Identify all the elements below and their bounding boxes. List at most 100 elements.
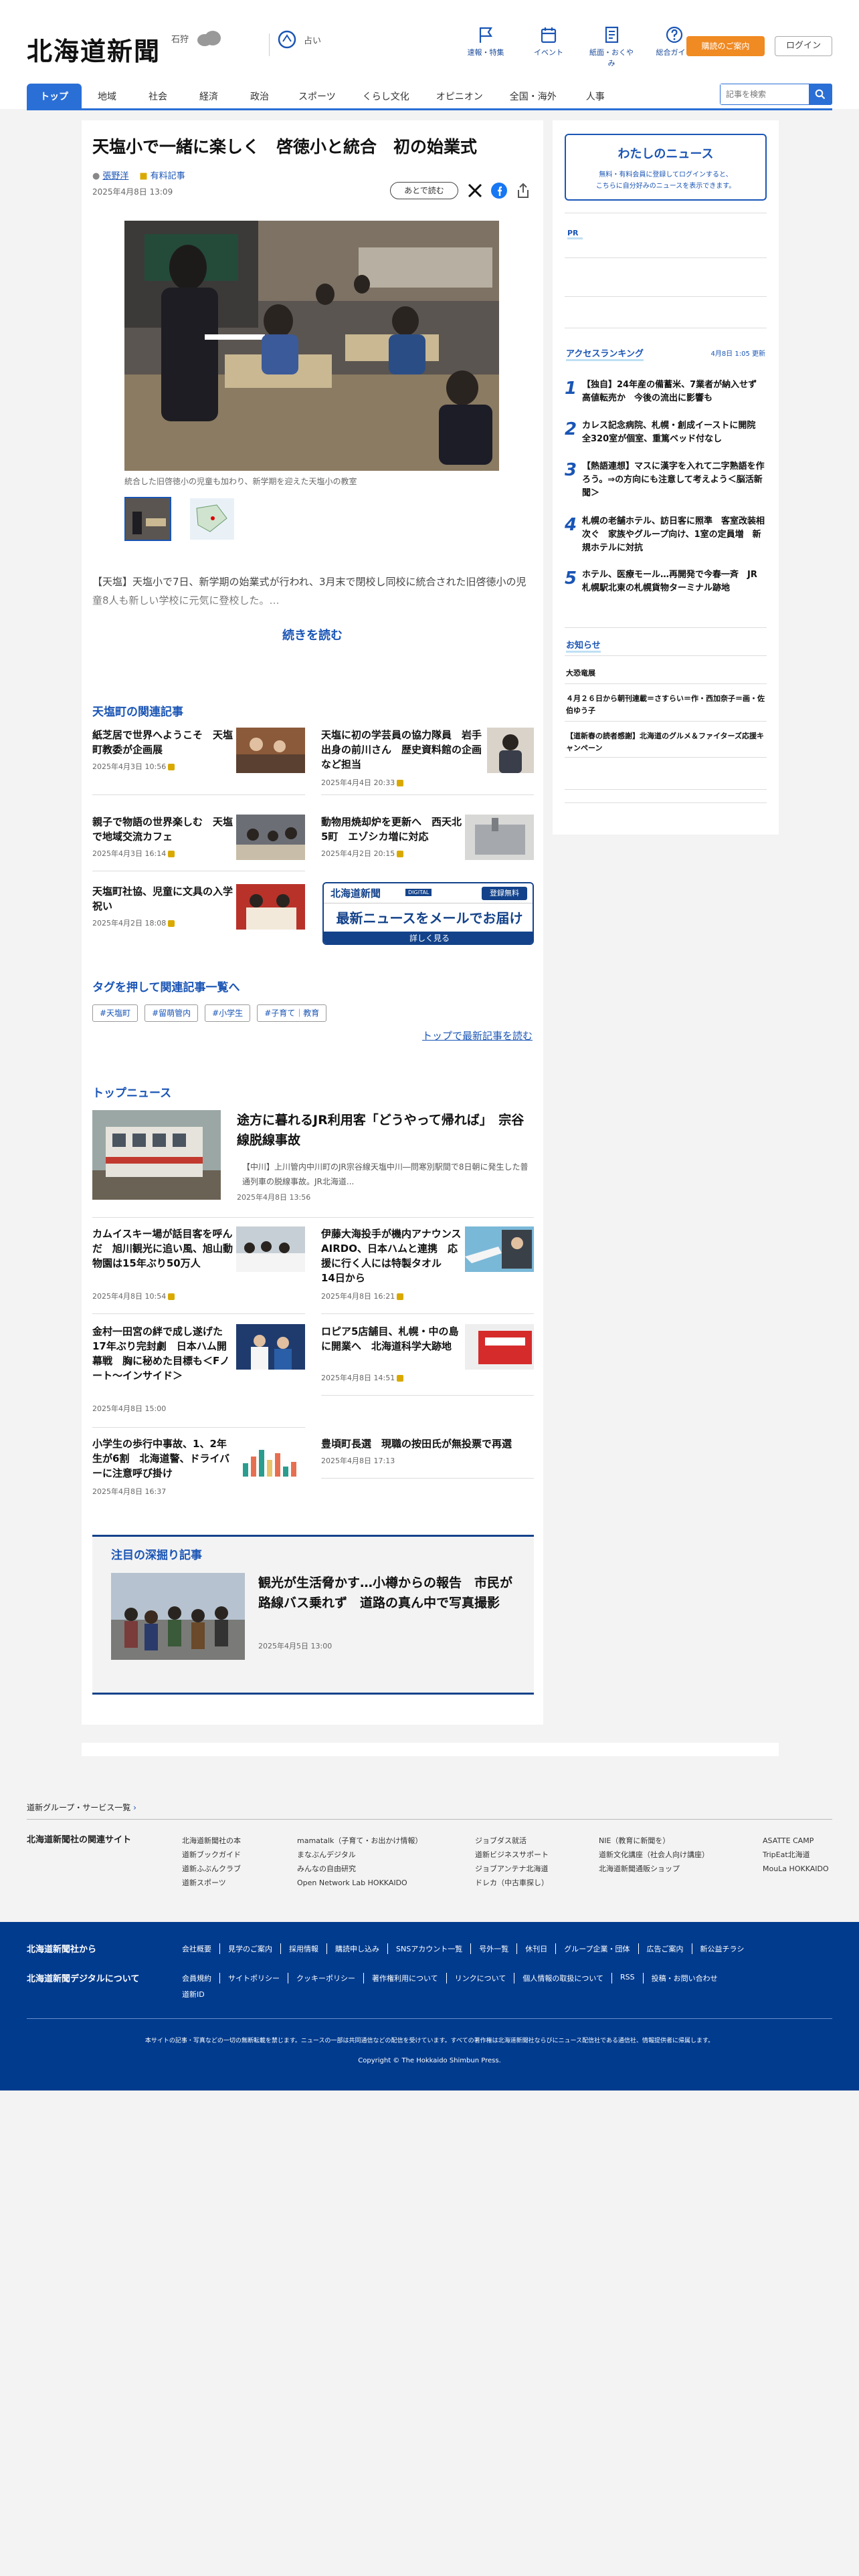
shortcut-events[interactable]: イベント [524,25,573,68]
topnews-article[interactable]: カムイスキー場が話目客を呼んだ 旭川観光に追い風、旭山動物園は15年ぶり50万人… [92,1226,305,1301]
group-services-link[interactable]: 道新グループ・サービス一覧 › [27,1802,136,1813]
search-input[interactable] [721,84,809,104]
tag[interactable]: #留萌管内 [145,1004,199,1022]
footer-link[interactable]: Open Network Lab HOKKAIDO [297,1876,422,1890]
footer-link[interactable]: 道新ID [182,1989,205,2000]
related-article[interactable]: 親子で物語の世界楽しむ 天塩で地域交流カフェ 2025年4月3日 16:14 [92,815,305,868]
tag[interactable]: #小学生 [205,1004,251,1022]
my-news-box[interactable]: わたしのニュース 無料・有料会員に登録してログインすると、 こちらに自分好みのニ… [565,134,767,201]
tag[interactable]: #子育て｜教育 [257,1004,327,1022]
notice-item[interactable]: ４月２６日から朝刊連載＝さすらい＝作・西加奈子＝画・佐伯ゆう子 [566,693,767,717]
footer-link[interactable]: クッキーポリシー [288,1973,364,1983]
login-button[interactable]: ログイン [775,36,832,56]
footer-link[interactable]: NIE（教育に新聞を） [599,1834,709,1848]
search-button[interactable] [809,84,832,104]
topnews-article[interactable]: 小学生の歩行中事故、1、2年生が6割 北海道警、ドライバーに注意呼び掛け 202… [92,1436,305,1510]
banner-cta[interactable]: 詳しく見る [324,932,533,944]
footer-link[interactable]: 道新文化講座（社会人向け講座） [599,1848,709,1862]
shortcut-paper[interactable]: 紙面・おくやみ [587,25,636,68]
footer-link[interactable]: 北海道新聞通販ショップ [599,1862,709,1876]
footer-link[interactable]: 会員規約 [182,1973,220,1983]
tab-national[interactable]: 全国・海外 [496,84,570,109]
subscribe-button[interactable]: 購読のご案内 [686,36,765,56]
deep-dive-section: 注目の深掘り記事 観光が生活脅かす…小樽からの報告 市民が路線バス乗れず 道路の… [92,1535,534,1695]
footer-link[interactable]: まなぶんデジタル [297,1848,422,1862]
footer-link[interactable]: リンクについて [447,1973,515,1983]
topnews-article[interactable]: 金村一田宮の絆で成し遂げた17年ぶり完封劇 日本ハム開幕戦 胸に秘めた目標も＜F… [92,1324,305,1418]
tab-sports[interactable]: スポーツ [285,84,349,109]
topnews-feature[interactable]: 途方に暮れるJR利用客「どうやって帰れば」 宗谷線脱線事故 【中川】上川管内中川… [92,1110,534,1204]
thumbnail[interactable] [189,497,235,541]
footer-link[interactable]: SNSアカウント一覧 [388,1943,472,1954]
footer-link[interactable]: RSS [612,1973,644,1983]
footer-link[interactable]: 広告ご案内 [639,1943,692,1954]
deep-heading[interactable]: 注目の深掘り記事 [111,1545,202,1562]
related-article[interactable]: 紙芝居で世界へようこそ 天塩町教委が企画展 2025年4月3日 10:56 [92,728,305,781]
tab-society[interactable]: 社会 [132,84,183,109]
tab-region[interactable]: 地域 [82,84,132,109]
tab-personnel[interactable]: 人事 [570,84,621,109]
notice-heading[interactable]: お知らせ [566,638,601,653]
ranking-heading[interactable]: アクセスランキング [566,346,644,361]
author-link[interactable]: 張野洋 [102,171,128,181]
article-photo[interactable] [124,221,499,471]
footer-link[interactable]: MouLa HOKKAIDO [763,1862,829,1876]
footer-link[interactable]: みんなの自由研究 [297,1862,422,1876]
notice-item[interactable]: 大恐竜展 [566,667,595,678]
footer-link[interactable]: ジョブダス就活 [475,1834,549,1848]
feature-summary: 【中川】上川管内中川町のJR宗谷線天塩中川―問寒別駅間で8日朝に発生した普通列車… [242,1162,529,1186]
related-thumbnail [236,815,305,860]
deep-title[interactable]: 観光が生活脅かす…小樽からの報告 市民が路線バス乗れず 道路の真ん中で写真撮影 [258,1573,524,1613]
share-facebook-icon[interactable] [490,182,508,199]
fortune-link[interactable]: 占い [277,29,321,49]
read-more-link[interactable]: 続きを読む [82,626,543,643]
footer-link[interactable]: mamatalk（子育て・お出かけ情報） [297,1834,422,1848]
footer-link[interactable]: 道新スポーツ [182,1876,241,1890]
digital-heading: 北海道新聞デジタルについて [27,1974,140,1984]
footer-link[interactable]: 著作権利用について [364,1973,447,1983]
footer-link[interactable]: 会社概要 [182,1943,220,1954]
footer-link[interactable]: グループ企業・団体 [556,1943,639,1954]
topnews-article[interactable]: ロピア5店舗目、札幌・中の島に開業へ 北海道科学大跡地 2025年4月8日 14… [321,1324,534,1384]
tag[interactable]: #天塩町 [92,1004,138,1022]
weather-widget[interactable]: 石狩 [171,29,222,47]
footer-link[interactable]: 号外一覧 [471,1943,518,1954]
footer-link[interactable]: 新公益チラシ [692,1943,745,1954]
notice-item[interactable]: 【道新春の読者感謝】北海道のグルメ＆ファイターズ応援キャンペーン [566,730,767,754]
share-icon[interactable] [514,182,532,199]
footer-link[interactable]: 北海道新聞社の本 [182,1834,241,1848]
read-later-button[interactable]: あとで読む [390,182,458,199]
footer-link[interactable]: ASATTE CAMP [763,1834,829,1848]
footer-link[interactable]: 道新ビジネスサポート [475,1848,549,1862]
tab-politics[interactable]: 政治 [234,84,285,109]
thumbnail[interactable] [124,497,171,541]
tab-economy[interactable]: 経済 [183,84,234,109]
footer-link[interactable]: 個人情報の取扱について [514,1973,613,1983]
footer-link[interactable]: 見学のご案内 [220,1943,281,1954]
site-logo[interactable]: 北海道新聞 [27,31,161,68]
topnews-article[interactable]: 伊藤大海投手が機内アナウンス AIRDO、日本ハムと連携 応援に行く人には特製タ… [321,1226,534,1301]
related-article[interactable]: 天塩町社協、児童に文具の入学祝い 2025年4月2日 18:08 [92,884,305,938]
footer-link[interactable]: 道新ブックガイド [182,1848,241,1862]
divider [565,789,767,790]
footer-link[interactable]: 休刊日 [517,1943,557,1954]
related-article[interactable]: 天塩に初の学芸員の協力隊員 岩手出身の前川さん 歴史資料館の企画など担当 202… [321,728,534,787]
latest-articles-link[interactable]: トップで最新記事を読む [422,1029,533,1043]
tab-top[interactable]: トップ [27,84,82,109]
footer-link[interactable]: サイトポリシー [220,1973,288,1983]
shortcut-breaking[interactable]: 速報・特集 [462,25,510,68]
tab-opinion[interactable]: オピニオン [423,84,496,109]
newsletter-banner[interactable]: 北海道新聞 DIGITAL 登録無料 最新ニュースをメールでお届け 詳しく見る [322,882,534,945]
footer-link[interactable]: 購読申し込み [327,1943,388,1954]
topnews-article[interactable]: 豊頃町長選 現職の按田氏が無投票で再選 2025年4月8日 17:13 [321,1436,534,1477]
deep-thumbnail[interactable] [111,1573,245,1660]
footer-link[interactable]: ドレカ（中古車探し） [475,1876,549,1890]
related-article[interactable]: 動物用焼却炉を更新へ 西天北5町 エゾシカ増に対応 2025年4月2日 20:1… [321,815,534,868]
footer-link[interactable]: ジョブアンテナ北海道 [475,1862,549,1876]
footer-link[interactable]: 採用情報 [281,1943,327,1954]
footer-link[interactable]: TripEat北海道 [763,1848,829,1862]
footer-link[interactable]: 投稿・お問い合わせ [644,1973,726,1983]
tab-life[interactable]: くらし文化 [349,84,423,109]
footer-link[interactable]: 道新ふぶんクラブ [182,1862,241,1876]
share-x-icon[interactable] [466,182,484,199]
